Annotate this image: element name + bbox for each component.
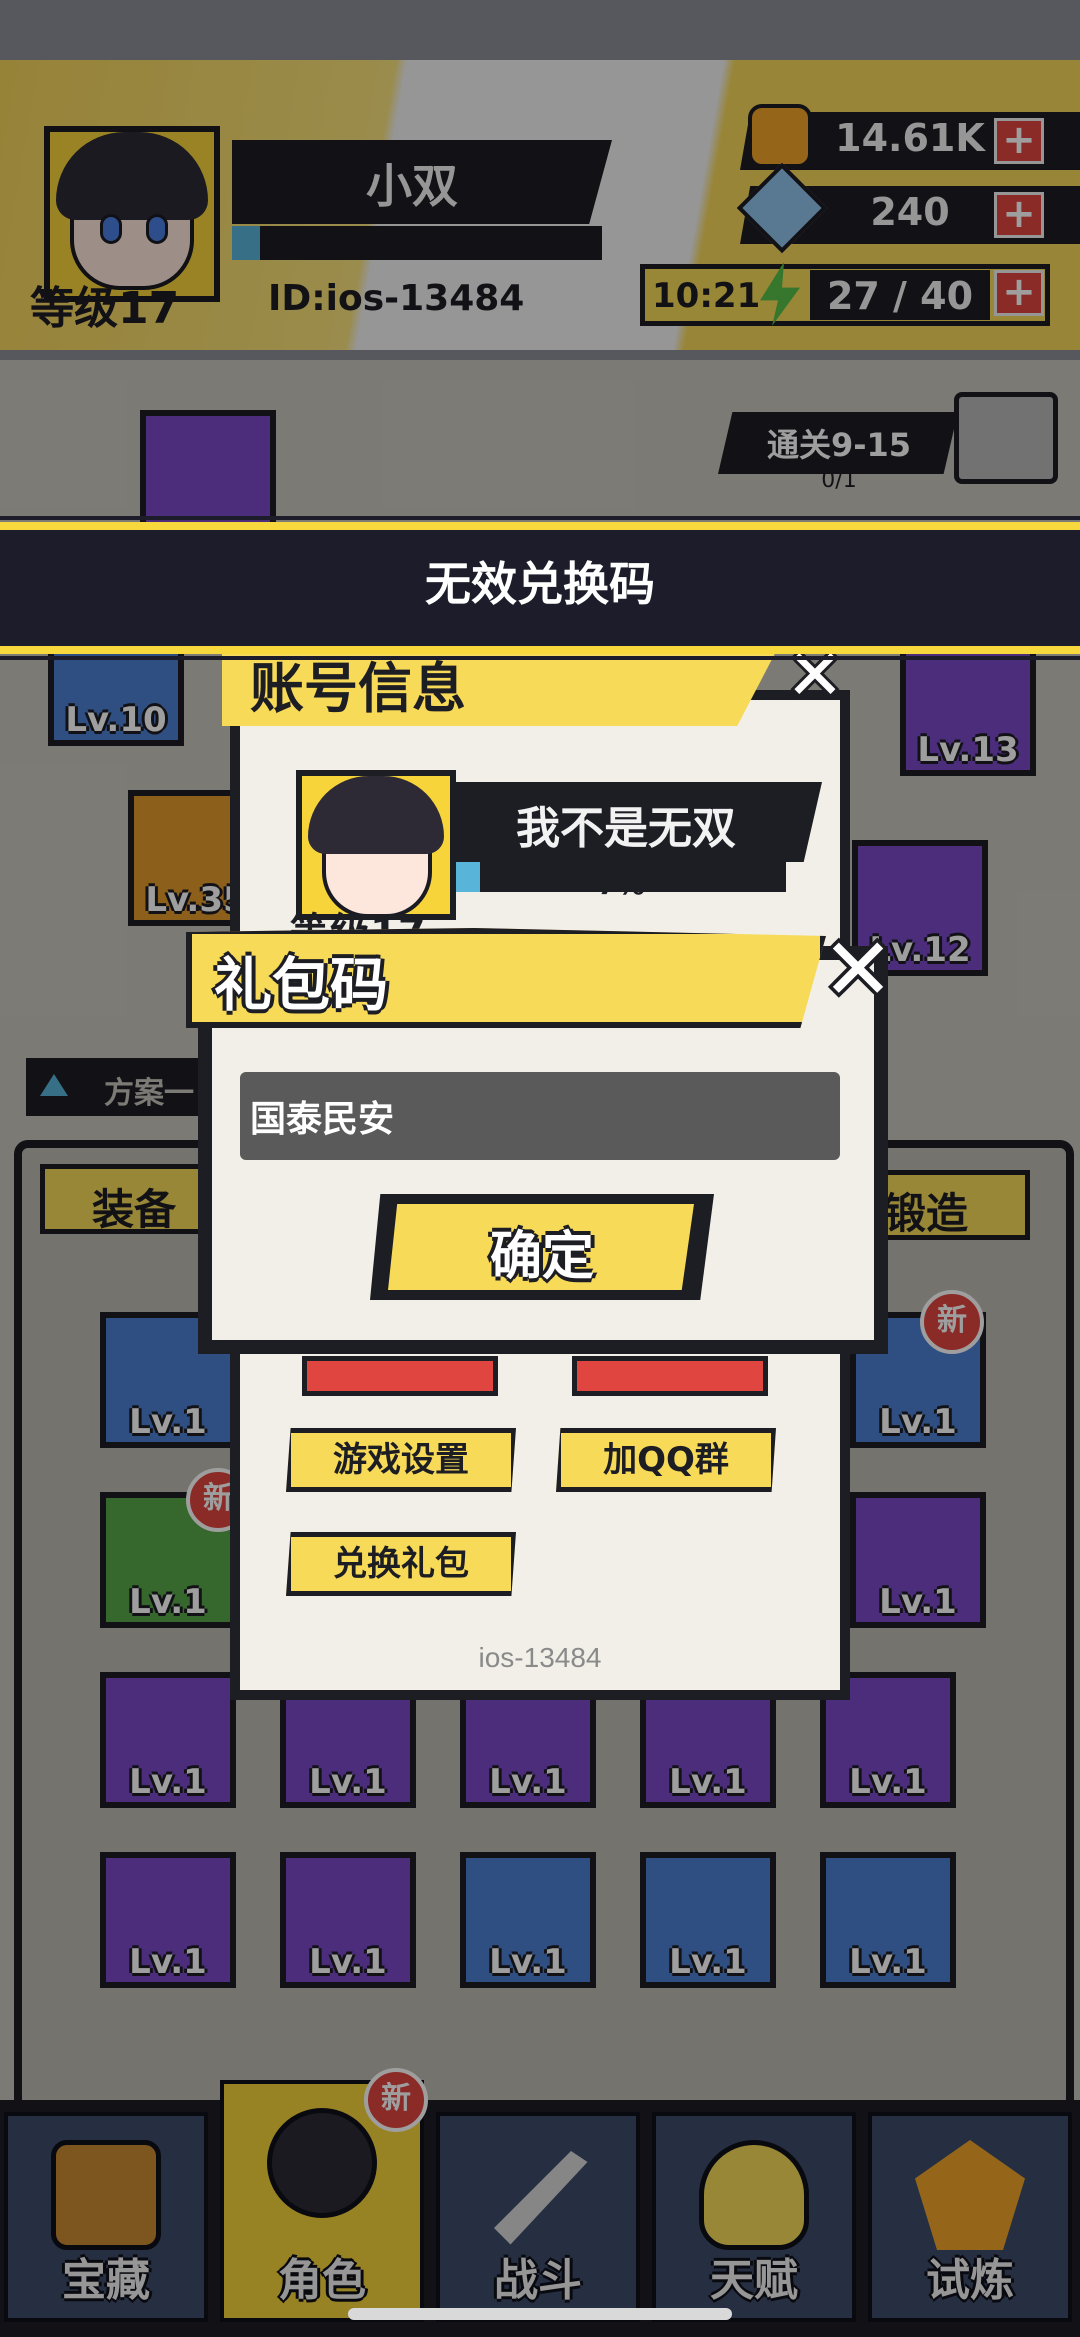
redeem-gift-button[interactable]: 兑换礼包 <box>286 1532 516 1596</box>
confirm-button-label: 确定 <box>489 1227 594 1287</box>
account-id-footer: ios-13484 <box>478 1642 602 1673</box>
account-xp-percent: 7% <box>597 868 645 901</box>
game-settings-button[interactable]: 游戏设置 <box>286 1428 516 1492</box>
home-indicator[interactable] <box>348 2308 732 2320</box>
avatar-hair <box>308 776 444 854</box>
gift-code-title: 礼包码 <box>214 951 389 1019</box>
gift-close-button[interactable]: ✕ <box>818 927 898 1013</box>
gift-code-input[interactable] <box>240 1072 840 1160</box>
bind-account-button[interactable] <box>302 1356 498 1396</box>
account-avatar <box>296 770 456 920</box>
switch-account-button[interactable] <box>572 1356 768 1396</box>
toast-message: 无效兑换码 <box>425 557 655 611</box>
account-name: 我不是无双 <box>516 803 736 854</box>
join-qq-group-button[interactable]: 加QQ群 <box>556 1428 776 1492</box>
